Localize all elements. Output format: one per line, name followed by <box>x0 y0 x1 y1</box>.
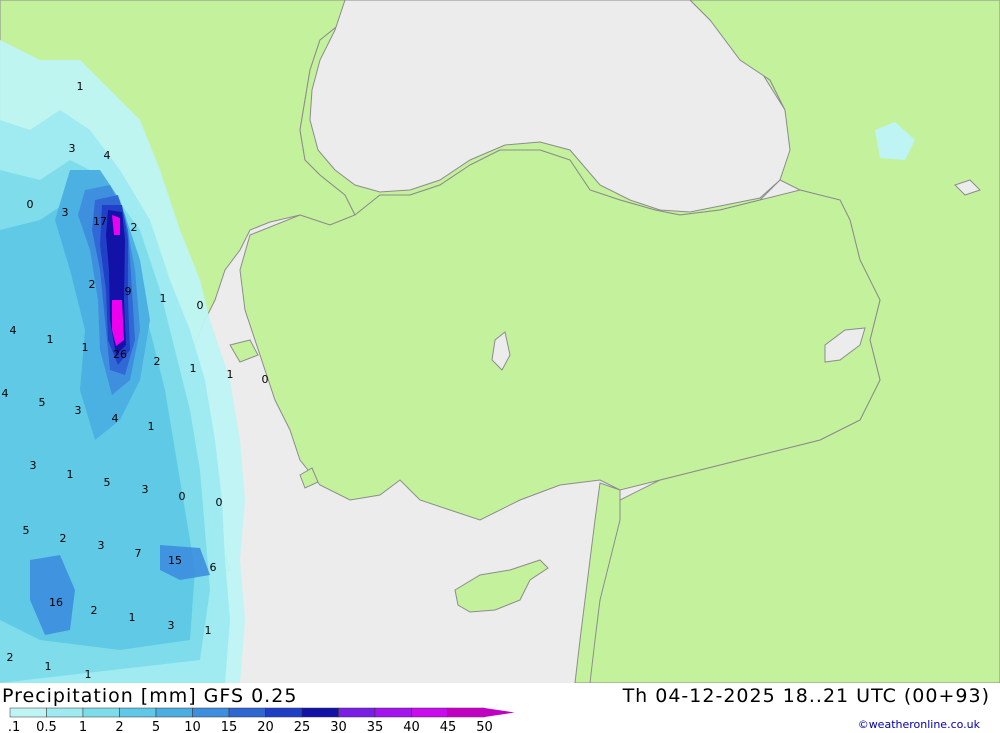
map-datetime: Th 04-12-2025 18..21 UTC (00+93) <box>622 685 990 707</box>
precip-value-label: 5 <box>23 524 30 537</box>
legend-swatch <box>338 707 376 718</box>
precip-value-label: 3 <box>62 206 69 219</box>
precip-value-label: 2 <box>91 604 98 617</box>
precip-value-label: 17 <box>93 215 107 228</box>
legend-swatch <box>265 707 303 718</box>
precip-value-label: 4 <box>10 324 17 337</box>
precip-value-label: 2 <box>154 355 161 368</box>
precip-value-label: 3 <box>75 404 82 417</box>
precip-value-label: 4 <box>112 412 119 425</box>
precip-value-label: 2 <box>60 532 67 545</box>
precip-value-label: 1 <box>205 624 212 637</box>
legend-label: 40 <box>403 720 420 733</box>
legend-label: 20 <box>257 720 274 733</box>
map-title: Precipitation [mm] GFS 0.25 <box>2 685 298 707</box>
precip-value-label: 0 <box>216 496 223 509</box>
precip-value-label: 3 <box>69 142 76 155</box>
legend-label: 5 <box>152 720 160 733</box>
precip-value-label: 5 <box>39 396 46 409</box>
precip-value-label: 6 <box>210 561 217 574</box>
precip-value-label: 2 <box>131 221 138 234</box>
precip-value-label: 3 <box>142 483 149 496</box>
legend-swatch <box>119 707 157 718</box>
precip-value-label: 16 <box>49 596 63 609</box>
precip-value-label: 0 <box>179 490 186 503</box>
legend-swatch <box>155 707 193 718</box>
precip-value-label: 1 <box>148 420 155 433</box>
precip-value-label: 1 <box>160 292 167 305</box>
legend-label: 30 <box>330 720 347 733</box>
legend-label: 15 <box>221 720 238 733</box>
precip-value-label: 4 <box>2 387 9 400</box>
precip-value-label: 1 <box>67 468 74 481</box>
precip-value-label: 2 <box>7 651 14 664</box>
legend-label: 1 <box>79 720 87 733</box>
precip-value-label: 0 <box>197 299 204 312</box>
precipitation-map: 1 3 4 0 3 17 2 2 9 1 0 4 1 1 26 2 1 1 0 4 5 3 4 1 3 1 5 3 0 0 5 2 3 7 15 6 1… <box>0 0 1000 684</box>
legend-arrow <box>448 708 515 717</box>
precip-value-label: 5 <box>104 476 111 489</box>
legend-label: 2 <box>115 720 123 733</box>
precip-value-label: 3 <box>168 619 175 632</box>
precip-value-label: 1 <box>85 668 92 681</box>
legend-swatch <box>192 707 230 718</box>
precip-value-label: 1 <box>82 341 89 354</box>
legend-swatch <box>411 707 449 718</box>
precip-value-label: 7 <box>135 547 142 560</box>
legend-label: 10 <box>184 720 201 733</box>
legend-swatch <box>82 707 120 718</box>
legend-label: 0.1 <box>8 720 20 733</box>
precip-value-label: 0 <box>262 373 269 386</box>
precip-value-label: 15 <box>168 554 182 567</box>
precip-value-label: 1 <box>129 611 136 624</box>
precip-value-label: 1 <box>190 362 197 375</box>
legend-label: 45 <box>440 720 457 733</box>
precip-value-label: 4 <box>104 149 111 162</box>
legend-swatch <box>301 707 339 718</box>
precip-value-label: 1 <box>227 368 234 381</box>
footer-bar: Precipitation [mm] GFS 0.25 Th 04-12-202… <box>0 683 1000 733</box>
color-legend: 0.10.5125101520253035404550 <box>8 707 515 733</box>
precip-value-label: 1 <box>77 80 84 93</box>
credit-link[interactable]: ©weatheronline.co.uk <box>858 718 980 731</box>
legend-swatch <box>9 707 47 718</box>
legend-swatch <box>374 707 412 718</box>
precip-value-label: 1 <box>45 660 52 673</box>
legend-label: 0.5 <box>36 720 57 733</box>
legend-label: 35 <box>367 720 384 733</box>
map-canvas: 1340317 229104112621 1 04534131530 052371561… <box>0 0 1000 684</box>
legend-label: 25 <box>294 720 311 733</box>
precip-value-label: 1 <box>47 333 54 346</box>
precip-value-label: 3 <box>98 539 105 552</box>
precip-value-label: 3 <box>30 459 37 472</box>
precip-value-label: 9 <box>125 285 132 298</box>
legend-swatch <box>228 707 266 718</box>
precip-value-label: 26 <box>113 348 127 361</box>
precip-value-label: 2 <box>89 278 96 291</box>
legend-label: 50 <box>476 720 493 733</box>
legend-swatch <box>46 707 84 718</box>
precip-value-label: 0 <box>27 198 34 211</box>
